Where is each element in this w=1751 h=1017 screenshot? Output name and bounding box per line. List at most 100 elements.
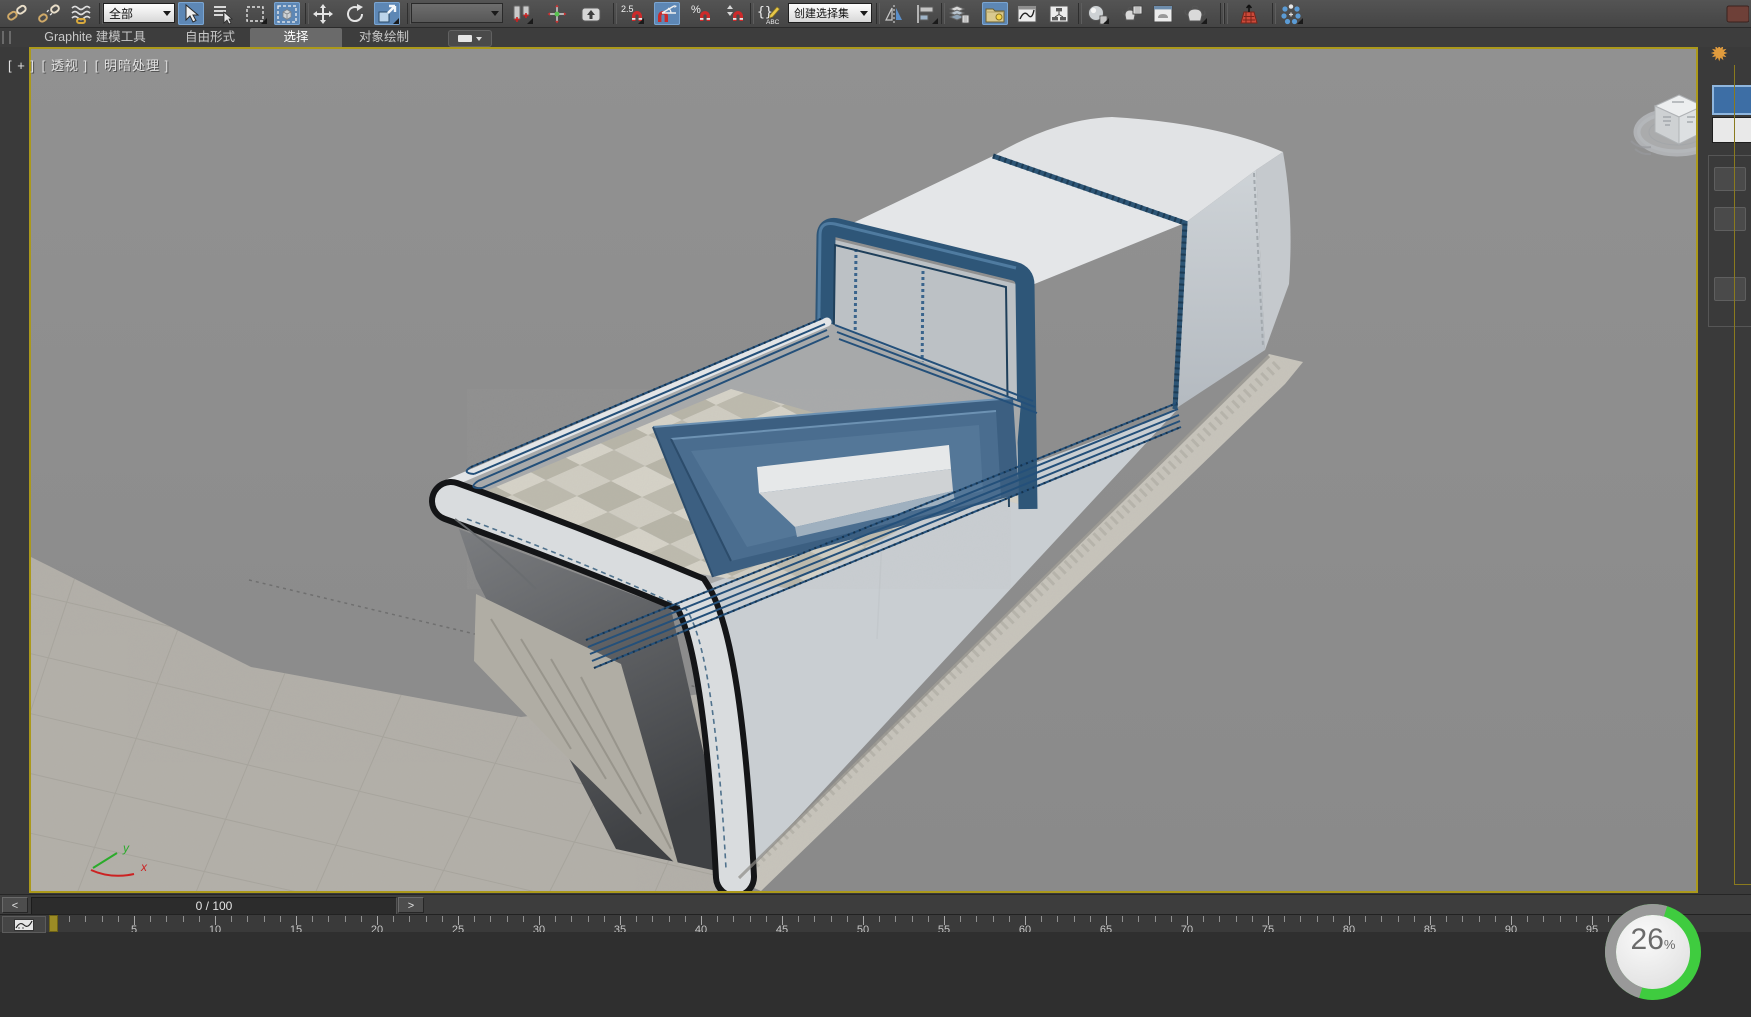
frame-tick [1041,916,1042,922]
particle-view-button[interactable] [1278,2,1304,25]
chevron-down-icon [163,11,171,16]
frame-tick [895,916,896,922]
window-crossing-icon [276,3,298,25]
current-frame-marker[interactable] [49,915,58,932]
select-and-manipulate-button[interactable] [544,2,570,25]
frame-tick [507,916,508,922]
manage-layers-button[interactable] [946,2,972,25]
align-button[interactable] [913,2,939,25]
percent-snap-toggle-button[interactable]: % [688,2,714,25]
frame-tick [1155,916,1156,922]
frame-tick [733,916,734,922]
perspective-viewport[interactable]: z y y x [ + ] [ 透视 ] [ 明暗处理 ] [29,47,1698,893]
spinner-snap-toggle-button[interactable] [720,2,746,25]
rendered-frame-window-button[interactable] [1150,2,1176,25]
time-slider[interactable]: < 0 / 100 > [0,894,1751,915]
panel-color-swatch-blue[interactable] [1712,85,1751,115]
civil-view-button[interactable] [1236,2,1262,25]
use-pivot-point-center-button[interactable] [508,2,534,25]
command-panel-sliver: ✹ [1700,47,1751,893]
frame-ruler[interactable]: 0510152025303540455055606570758085909510… [46,915,1751,932]
ribbon-tab-graphite[interactable]: Graphite 建模工具 [30,28,160,47]
mirror-icon [883,3,905,25]
frame-tick [717,916,718,922]
selection-filter-dropdown[interactable]: 全部 [103,3,175,23]
open-mini-curve-editor-button[interactable] [2,916,46,933]
frame-tick [183,916,184,922]
viewport-shading-label[interactable]: [ 明暗处理 ] [95,58,169,73]
frame-tick [1381,916,1382,922]
ribbon-minimize-icon [458,35,472,42]
frame-tick [1171,916,1172,922]
track-bar[interactable]: 0510152025303540455055606570758085909510… [0,914,1751,932]
frame-tick [993,916,994,922]
ribbon-minimize-button[interactable] [448,30,492,47]
select-object-button[interactable] [178,2,204,25]
frame-tick [1138,916,1139,922]
ribbon-tab-object-paint[interactable]: 对象绘制 [346,28,422,47]
svg-text:y: y [122,841,130,855]
viewport-3d-scene[interactable]: z y y x [31,49,1696,891]
keyboard-shortcut-override-button[interactable] [578,2,604,25]
ribbon-grip[interactable] [2,31,11,44]
select-and-uniform-scale-button[interactable] [374,2,400,25]
frame-tick [490,916,491,922]
edit-named-selection-sets-button[interactable]: {} ABC [756,2,782,25]
previous-frame-button[interactable]: < [2,897,28,913]
folder-icon [984,3,1006,25]
bind-to-space-warp-button[interactable] [68,2,94,25]
docked-toolbar-partial-button[interactable] [1723,2,1751,25]
panel-color-swatch-white[interactable] [1712,117,1751,143]
panel-button-fragment[interactable] [1714,277,1746,301]
frame-tick [1479,916,1480,922]
toolbar-separator [876,3,880,24]
svg-text:%: % [691,4,701,16]
curve-editor-button[interactable] [1014,2,1040,25]
frame-tick [960,916,961,922]
frame-tick [231,916,232,922]
window-crossing-toggle-button[interactable] [274,2,300,25]
render-setup-button[interactable] [1118,2,1144,25]
frame-tick [555,916,556,922]
next-frame-button[interactable]: > [398,897,424,913]
progress-indicator: 26% [1605,904,1701,1000]
material-editor-button[interactable] [1084,2,1110,25]
selection-filter-value: 全部 [109,5,133,22]
frame-tick [831,916,832,922]
frame-tick [409,916,410,922]
reference-coordinate-system-dropdown[interactable] [411,3,503,23]
ribbon-tab-freeform[interactable]: 自由形式 [172,28,248,47]
select-and-rotate-button[interactable] [342,2,368,25]
frame-tick [1543,916,1544,922]
render-production-button[interactable] [1182,2,1208,25]
ribbon-tab-selection[interactable]: 选择 [250,28,342,47]
viewport-view-label[interactable]: [ 透视 ] [42,58,88,73]
viewport-label[interactable]: [ + ] [ 透视 ] [ 明暗处理 ] [8,55,171,74]
panel-button-fragment[interactable] [1714,207,1746,231]
unlink-selection-button[interactable] [36,2,62,25]
frame-tick [1300,916,1301,922]
frame-tick [1236,916,1237,922]
frame-tick [1414,916,1415,922]
select-and-move-button[interactable] [310,2,336,25]
viewport-menu-label[interactable]: [ + ] [8,58,35,73]
frame-tick [426,916,427,922]
toggle-scene-explorer-button[interactable] [982,2,1008,25]
select-by-name-icon [212,3,234,25]
frame-tick [912,916,913,922]
select-and-link-button[interactable] [4,2,30,25]
frame-tick [750,916,751,922]
angle-snap-toggle-button[interactable] [654,2,680,25]
select-by-name-button[interactable] [210,2,236,25]
panel-button-fragment[interactable] [1714,167,1746,191]
rectangular-selection-region-button[interactable] [242,2,268,25]
frame-tick [85,916,86,922]
time-slider-frame-display[interactable]: 0 / 100 [31,897,397,915]
snaps-toggle-button[interactable]: 2.5 [619,2,645,25]
schematic-view-button[interactable] [1046,2,1072,25]
render-setup-icon [1119,3,1143,25]
named-selection-sets-dropdown[interactable]: 创建选择集 [788,3,872,23]
named-selection-sets-icon: {} ABC [757,3,781,25]
frame-tick [1560,916,1561,922]
mirror-button[interactable] [881,2,907,25]
